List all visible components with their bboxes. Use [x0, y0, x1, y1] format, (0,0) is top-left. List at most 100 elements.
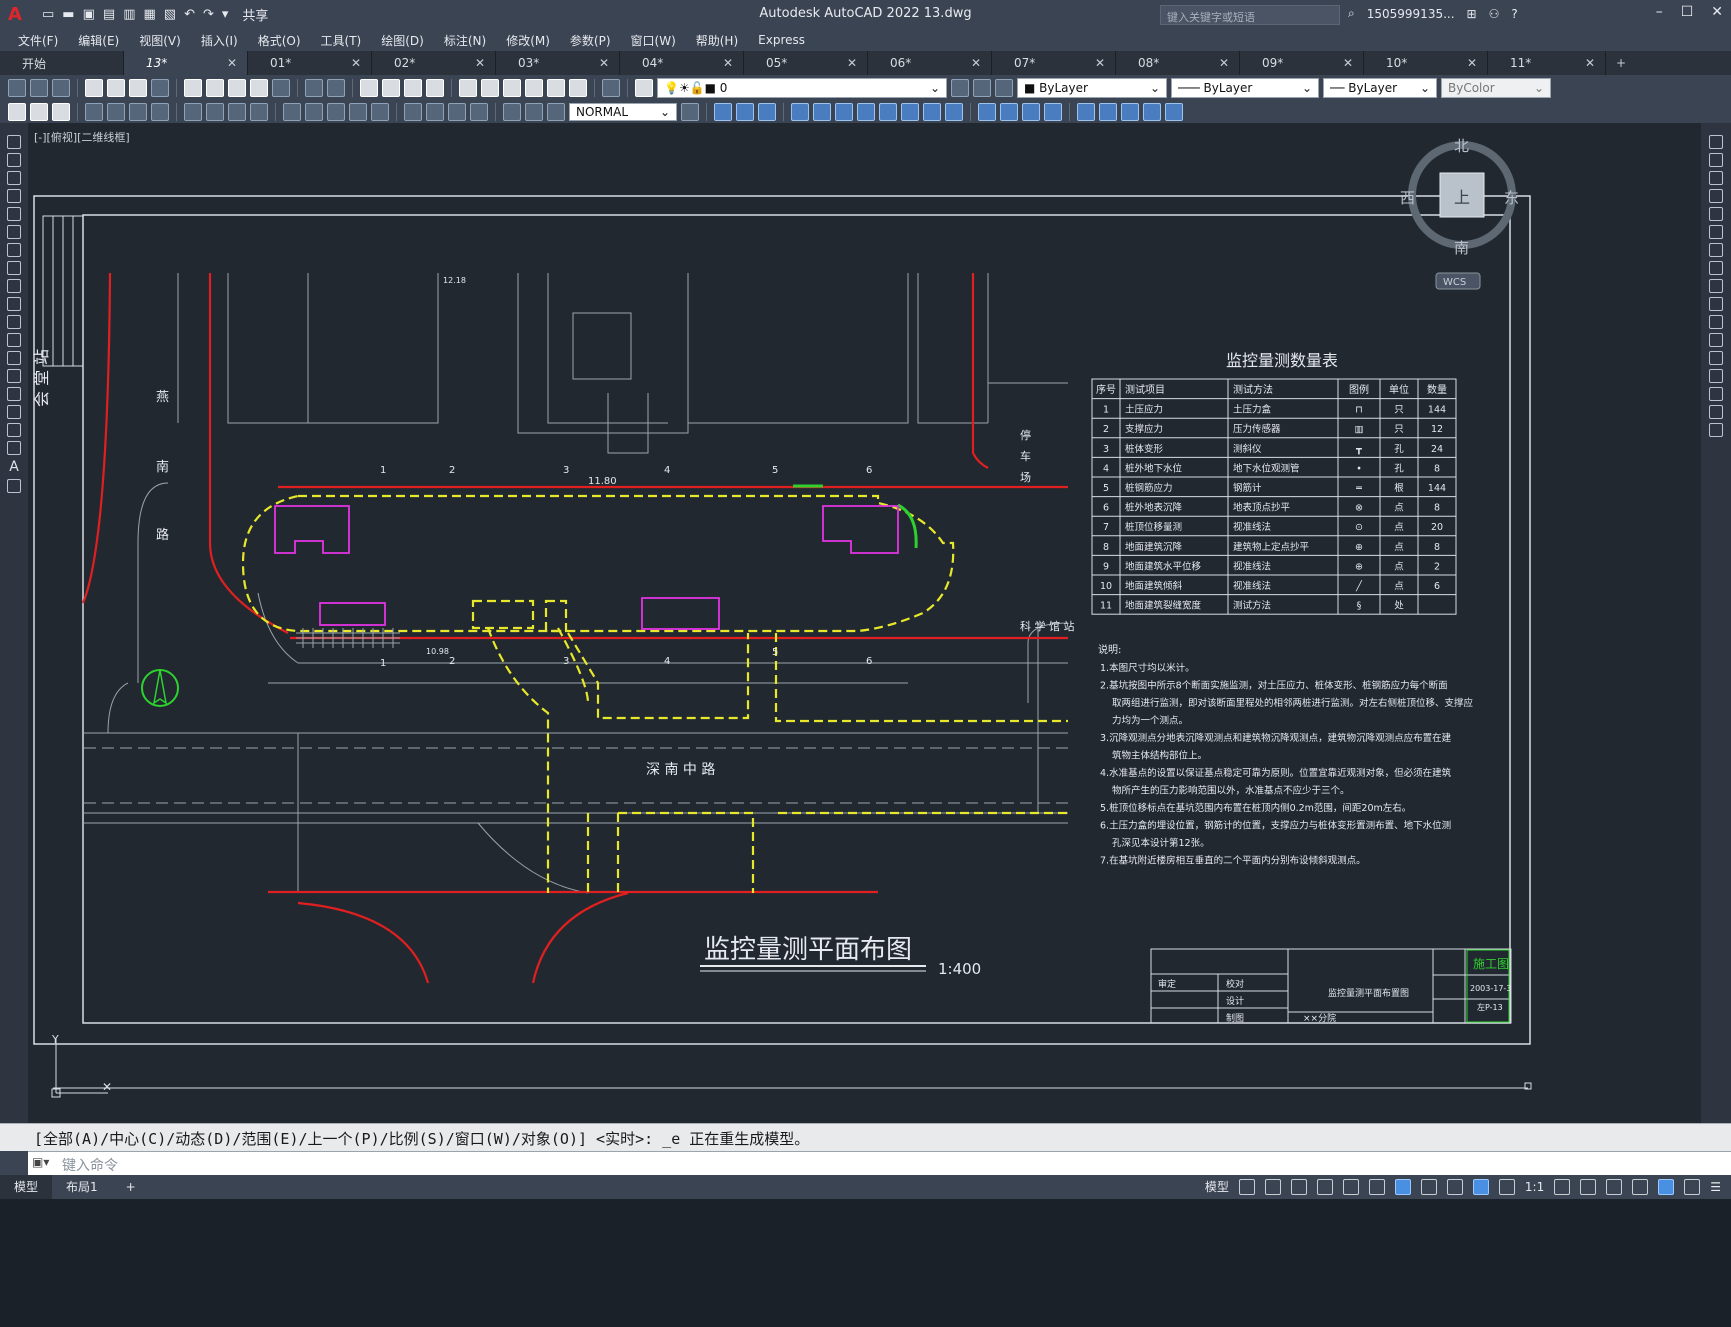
layer-properties-icon[interactable]: [635, 79, 653, 97]
close-icon[interactable]: ✕: [1467, 56, 1477, 70]
make-current-icon[interactable]: [951, 79, 969, 97]
block-editor-icon[interactable]: [272, 79, 290, 97]
arc-icon[interactable]: [7, 225, 21, 239]
toolbar-icon[interactable]: [758, 103, 776, 121]
tolerance-icon[interactable]: [404, 103, 422, 121]
toolbar-icon[interactable]: [813, 103, 831, 121]
layer-state-icon[interactable]: [995, 79, 1013, 97]
annotation-scale[interactable]: 1:1: [1525, 1180, 1544, 1194]
close-icon[interactable]: ✕: [847, 56, 857, 70]
user-account[interactable]: 1505999135...: [1367, 7, 1455, 21]
close-icon[interactable]: ✕: [1343, 56, 1353, 70]
chamfer-icon[interactable]: [1709, 369, 1723, 383]
customization-icon[interactable]: ☰: [1710, 1180, 1721, 1194]
menu-tools[interactable]: 工具(T): [321, 32, 362, 49]
menu-view[interactable]: 视图(V): [139, 32, 181, 49]
toolbar-icon[interactable]: [1121, 103, 1139, 121]
menu-express[interactable]: Express: [758, 33, 805, 47]
hardware-acceleration-icon[interactable]: [1658, 1178, 1675, 1195]
inspection-icon[interactable]: [448, 103, 466, 121]
menu-window[interactable]: 窗口(W): [631, 32, 676, 49]
redo-icon[interactable]: [327, 79, 345, 97]
arc-length-icon[interactable]: [129, 103, 147, 121]
explode-icon[interactable]: [1709, 423, 1723, 437]
linear-dim-icon[interactable]: [85, 103, 103, 121]
menu-modify[interactable]: 修改(M): [506, 32, 550, 49]
tab-07[interactable]: 07* ✕: [992, 51, 1116, 75]
toolbar-icon[interactable]: [901, 103, 919, 121]
toolbar-icon[interactable]: [923, 103, 941, 121]
dim-break-icon[interactable]: [371, 103, 389, 121]
tab-02[interactable]: 02* ✕: [372, 51, 496, 75]
rectangle-icon[interactable]: [7, 207, 21, 221]
quick-properties-icon[interactable]: [1632, 1178, 1649, 1195]
new-tab-button[interactable]: +: [1606, 51, 1636, 75]
layer-dropdown[interactable]: 💡☀🔓■ 0 ⌄: [657, 78, 947, 98]
undo-icon[interactable]: [305, 79, 323, 97]
paste-icon[interactable]: [228, 79, 246, 97]
pan-icon[interactable]: [360, 79, 378, 97]
make-block-icon[interactable]: [7, 351, 21, 365]
region-icon[interactable]: [7, 423, 21, 437]
publish-icon[interactable]: [129, 79, 147, 97]
cut-icon[interactable]: [184, 79, 202, 97]
object-snap-tracking-icon[interactable]: [1368, 1178, 1385, 1195]
menu-file[interactable]: 文件(F): [18, 32, 58, 49]
toolbar-icon[interactable]: [835, 103, 853, 121]
dim-update-icon[interactable]: [547, 103, 565, 121]
toolbar-icon[interactable]: [30, 103, 48, 121]
annotation-visibility-icon[interactable]: [1472, 1178, 1489, 1195]
tab-11[interactable]: 11* ✕: [1488, 51, 1606, 75]
angular-icon[interactable]: [250, 103, 268, 121]
array-icon[interactable]: [1709, 207, 1723, 221]
radius-icon[interactable]: [184, 103, 202, 121]
exchange-icon[interactable]: ⚇: [1489, 7, 1500, 21]
toolbar-icon[interactable]: [857, 103, 875, 121]
tab-09[interactable]: 09* ✕: [1240, 51, 1364, 75]
plotstyle-dropdown[interactable]: ByColor ⌄: [1441, 78, 1551, 98]
join-icon[interactable]: [1709, 351, 1723, 365]
snap-icon[interactable]: [1264, 1178, 1281, 1195]
toolbar-icon[interactable]: [1077, 103, 1095, 121]
search-icon[interactable]: ⌕: [1348, 6, 1355, 21]
undo-icon[interactable]: ↶: [184, 7, 195, 22]
toolbar-icon[interactable]: [1143, 103, 1161, 121]
cart-icon[interactable]: ⊞: [1467, 7, 1477, 21]
multiline-text-icon[interactable]: A: [9, 459, 19, 475]
gradient-icon[interactable]: [7, 405, 21, 419]
layer-previous-icon[interactable]: [973, 79, 991, 97]
autocad-logo-icon[interactable]: A: [8, 4, 30, 25]
help-icon[interactable]: ?: [1511, 7, 1517, 21]
command-input[interactable]: ▣▾ 键入命令: [28, 1151, 1731, 1175]
move-icon[interactable]: [1709, 225, 1723, 239]
menu-edit[interactable]: 编辑(E): [78, 32, 119, 49]
stretch-icon[interactable]: [1709, 279, 1723, 293]
blend-icon[interactable]: [1709, 405, 1723, 419]
viewcube[interactable]: 上 北 南 东 西 WCS: [1400, 137, 1519, 290]
revcloud-icon[interactable]: [7, 261, 21, 275]
save-icon[interactable]: [52, 79, 70, 97]
tab-start[interactable]: 开始: [0, 51, 124, 75]
dim-text-edit-icon[interactable]: [525, 103, 543, 121]
toolbar-icon[interactable]: [945, 103, 963, 121]
mirror-icon[interactable]: [1709, 171, 1723, 185]
search-input[interactable]: 键入关键字或短语: [1160, 5, 1340, 25]
annotation-monitor-icon[interactable]: [1580, 1178, 1597, 1195]
close-icon[interactable]: ✕: [1585, 56, 1595, 70]
close-icon[interactable]: ✕: [1219, 56, 1229, 70]
lineweight-dropdown[interactable]: ── ByLayer ⌄: [1323, 78, 1437, 98]
object-snap-icon[interactable]: [1394, 1178, 1411, 1195]
toolbar-icon[interactable]: [1044, 103, 1062, 121]
tab-10[interactable]: 10* ✕: [1364, 51, 1488, 75]
continue-icon[interactable]: [327, 103, 345, 121]
jog-line-icon[interactable]: [470, 103, 488, 121]
copy-icon[interactable]: [206, 79, 224, 97]
insert-block-icon[interactable]: [7, 333, 21, 347]
ordinate-icon[interactable]: [151, 103, 169, 121]
point-icon[interactable]: [7, 369, 21, 383]
units-icon[interactable]: [1606, 1178, 1623, 1195]
open-file-icon[interactable]: ▬: [62, 7, 74, 22]
close-button[interactable]: ✕: [1711, 4, 1723, 20]
toolbar-icon[interactable]: [1165, 103, 1183, 121]
tab-06[interactable]: 06* ✕: [868, 51, 992, 75]
